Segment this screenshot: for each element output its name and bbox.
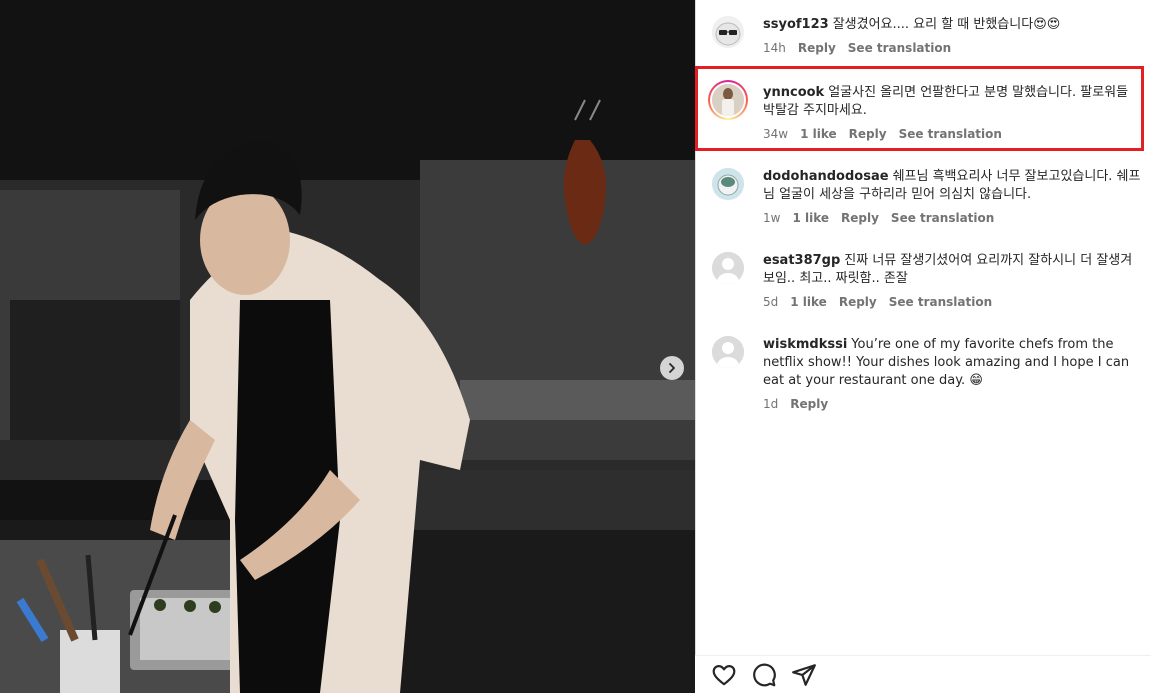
heart-icon xyxy=(712,665,736,686)
see-translation-button[interactable]: See translation xyxy=(891,210,994,226)
comment-icon xyxy=(753,663,776,687)
post-photo xyxy=(0,0,695,693)
avatar[interactable] xyxy=(712,336,744,368)
comment-username[interactable]: wiskmdkssi xyxy=(763,337,847,352)
reply-button[interactable]: Reply xyxy=(841,210,879,226)
avatar-image xyxy=(712,16,744,48)
carousel-next-button[interactable] xyxy=(660,356,684,380)
chef-kitchen-image xyxy=(0,0,695,693)
chevron-right-icon xyxy=(669,363,675,373)
highlight-box xyxy=(695,66,1144,151)
default-avatar-icon xyxy=(712,252,744,284)
reply-button[interactable]: Reply xyxy=(790,396,828,412)
comment-emoji: 😁 xyxy=(969,373,983,388)
comment-text: 잘생겼어요.... 요리 할 때 반했습니다 xyxy=(832,17,1034,32)
comment-button[interactable] xyxy=(751,662,777,688)
comment-username[interactable]: esat387gp xyxy=(763,253,840,268)
comment-username[interactable]: ssyof123 xyxy=(763,17,829,32)
avatar[interactable] xyxy=(712,168,744,200)
comment-emoji: 😍😍 xyxy=(1033,17,1061,32)
avatar[interactable] xyxy=(712,16,744,48)
comment-time[interactable]: 5d xyxy=(763,294,778,310)
reply-button[interactable]: Reply xyxy=(839,294,877,310)
post-action-bar xyxy=(695,655,1151,694)
reply-button[interactable]: Reply xyxy=(798,40,836,56)
comment-time[interactable]: 1w xyxy=(763,210,780,226)
see-translation-button[interactable]: See translation xyxy=(889,294,992,310)
comment-likes[interactable]: 1 like xyxy=(790,294,827,310)
comment-likes[interactable]: 1 like xyxy=(792,210,829,226)
comment-time[interactable]: 1d xyxy=(763,396,778,412)
avatar-image xyxy=(712,168,744,200)
share-button[interactable] xyxy=(791,662,817,688)
comment-time[interactable]: 14h xyxy=(763,40,786,56)
default-avatar-icon xyxy=(712,336,744,368)
send-icon xyxy=(792,664,816,686)
see-translation-button[interactable]: See translation xyxy=(848,40,951,56)
comment-username[interactable]: dodohandodosae xyxy=(763,169,889,184)
avatar[interactable] xyxy=(712,252,744,284)
like-button[interactable] xyxy=(711,662,737,688)
